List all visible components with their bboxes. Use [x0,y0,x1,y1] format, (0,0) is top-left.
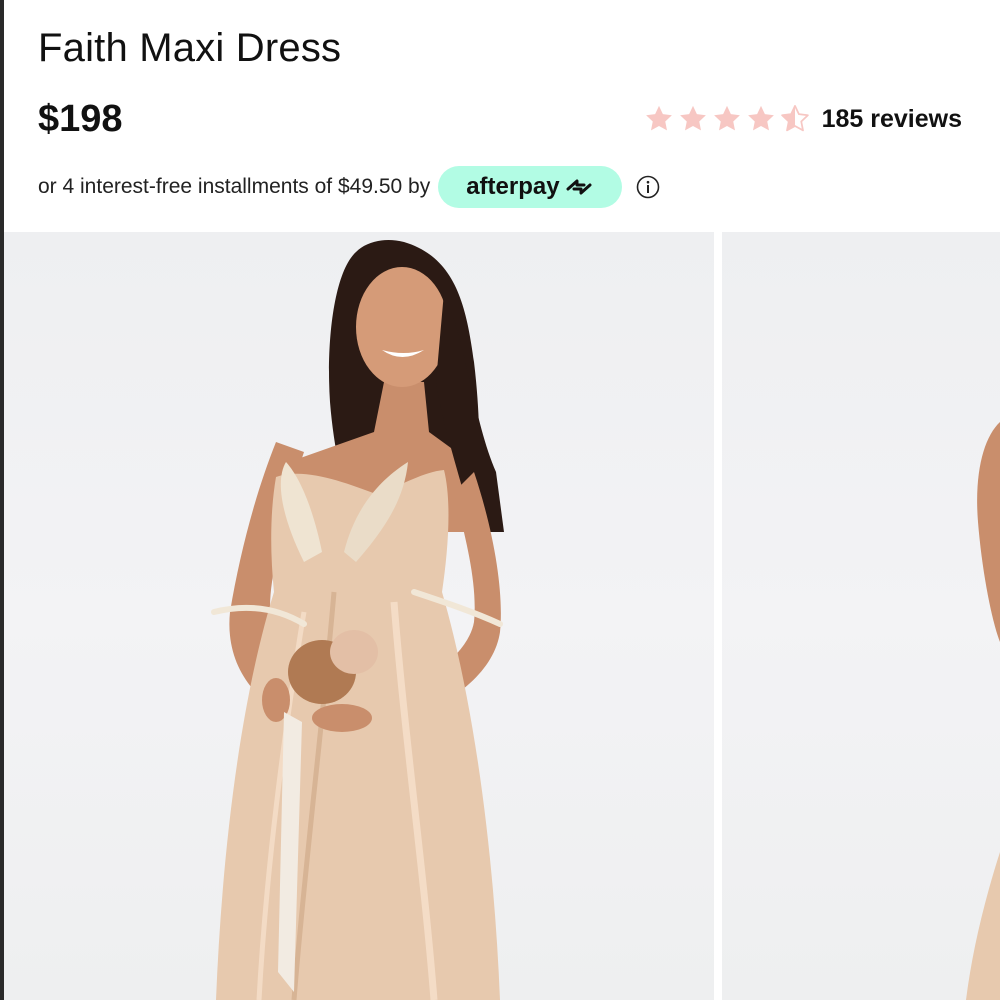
installments-text: or 4 interest-free installments of $49.5… [38,175,431,198]
model-photo-partial [966,422,1000,1000]
afterpay-label: afterpay [466,173,560,200]
afterpay-badge[interactable]: afterpay [438,166,622,208]
afterpay-arrows-icon [566,179,592,195]
product-image-2[interactable] [722,232,1000,1000]
info-circle-icon[interactable] [636,175,660,199]
model-photo [211,240,504,1000]
rating-summary[interactable]: 185 reviews [644,100,962,138]
product-page: Faith Maxi Dress $198 185 reviews or 4 i… [0,0,1000,1000]
reviews-count-link[interactable]: 185 reviews [822,105,962,134]
star-icon [679,105,706,131]
star-icon [713,105,740,131]
product-image-gallery[interactable] [4,232,1000,1000]
half-star-icon [780,105,809,132]
star-icon [747,105,774,131]
product-image-1[interactable] [4,232,714,1000]
star-icon [645,105,672,131]
product-title: Faith Maxi Dress [38,26,342,70]
installments-row: or 4 interest-free installments of $49.5… [38,166,660,208]
star-rating[interactable] [644,104,810,134]
product-price: $198 [38,98,123,140]
